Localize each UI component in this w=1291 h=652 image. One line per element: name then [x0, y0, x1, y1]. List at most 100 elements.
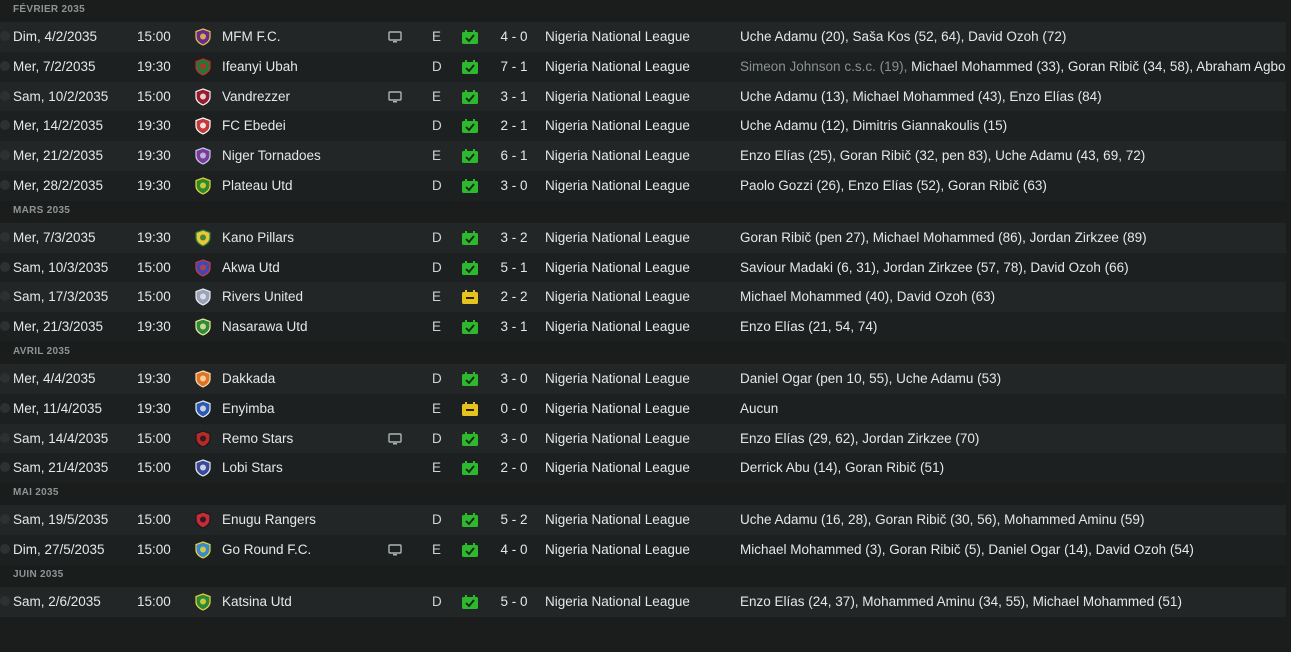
team-crest-icon	[194, 87, 212, 106]
match-date: Mer, 7/2/2035	[13, 58, 96, 74]
row-marker-icon	[0, 543, 10, 554]
competition-link[interactable]: Nigeria National League	[545, 111, 690, 141]
opponent-team-link[interactable]: Enugu Rangers	[222, 505, 316, 535]
match-row[interactable]: Sam, 19/5/2035 15:00 Enugu Rangers D 5 - 2 Ni…	[0, 505, 1286, 535]
match-score[interactable]: 6 - 1	[489, 141, 539, 171]
match-row[interactable]: Mer, 21/3/2035 19:30 Nasarawa Utd E 3 - 1 Nig…	[0, 312, 1286, 342]
match-date: Dim, 4/2/2035	[13, 29, 98, 44]
match-score[interactable]: 3 - 0	[489, 424, 539, 454]
match-row[interactable]: Mer, 11/4/2035 19:30 Enyimba E 0 - 0 Nigeria …	[0, 393, 1286, 424]
competition-link[interactable]: Nigeria National League	[545, 394, 690, 424]
goal-scorers: Saviour Madaki (6, 31), Jordan Zirkzee (…	[740, 253, 1129, 283]
match-date: Sam, 19/5/2035	[13, 512, 109, 528]
match-row[interactable]: Sam, 10/2/2035 15:00 Vandrezzer E 3 - 1 Niger…	[0, 81, 1286, 112]
match-date: Mer, 4/4/2035	[13, 370, 96, 386]
month-header: AVRIL 2035	[0, 341, 1291, 364]
competition-link[interactable]: Nigeria National League	[545, 535, 690, 565]
team-crest-icon	[194, 177, 212, 195]
scorers-text: Enzo Elías (25), Goran Ribič (32, pen 83…	[740, 148, 1146, 164]
match-row[interactable]: Mer, 7/2/2035 19:30 Ifeanyi Ubah D 7 - 1 Nige…	[0, 51, 1286, 82]
match-score[interactable]: 5 - 1	[489, 253, 539, 283]
opponent-team-link[interactable]: Go Round F.C.	[222, 535, 311, 565]
opponent-team-link[interactable]: MFM F.C.	[222, 22, 281, 52]
competition-link[interactable]: Nigeria National League	[545, 424, 690, 454]
match-score[interactable]: 4 - 0	[489, 22, 539, 52]
match-row[interactable]: Sam, 17/3/2035 15:00 Rivers United E 2 - 2 Ni…	[0, 282, 1286, 313]
match-score[interactable]: 3 - 0	[489, 171, 539, 201]
competition-link[interactable]: Nigeria National League	[545, 364, 690, 394]
match-row[interactable]: Mer, 14/2/2035 19:30 FC Ebedei D 2 - 1 Nigeri…	[0, 111, 1286, 142]
match-score[interactable]: 4 - 0	[489, 535, 539, 565]
win-badge-icon	[461, 512, 479, 528]
venue-indicator: E	[432, 289, 442, 305]
competition-link[interactable]: Nigeria National League	[545, 312, 690, 342]
competition-link[interactable]: Nigeria National League	[545, 253, 690, 283]
match-row[interactable]: Mer, 7/3/2035 19:30 Kano Pillars D 3 - 2 Nige…	[0, 222, 1286, 253]
match-date: Dim, 27/5/2035	[13, 541, 105, 557]
draw-badge-icon	[461, 401, 479, 417]
opponent-team-link[interactable]: Niger Tornadoes	[222, 141, 321, 171]
competition-link[interactable]: Nigeria National League	[545, 505, 690, 535]
match-row[interactable]: Sam, 10/3/2035 15:00 Akwa Utd D 5 - 1 Nigeria…	[0, 252, 1286, 283]
competition-link[interactable]: Nigeria National League	[545, 453, 690, 483]
scorers-text: Uche Adamu (12), Dimitris Giannakoulis (…	[740, 118, 1008, 134]
match-row[interactable]: Mer, 21/2/2035 19:30 Niger Tornadoes E 6 - 1…	[0, 141, 1286, 171]
match-row[interactable]: Mer, 28/2/2035 19:30 Plateau Utd D 3 - 0 Nige…	[0, 170, 1286, 201]
competition-link[interactable]: Nigeria National League	[545, 141, 690, 171]
opponent-team-link[interactable]: Enyimba	[222, 394, 275, 424]
match-score[interactable]: 7 - 1	[489, 52, 539, 82]
competition-link[interactable]: Nigeria National League	[545, 82, 690, 112]
match-score[interactable]: 3 - 1	[489, 82, 539, 112]
competition-link[interactable]: Nigeria National League	[545, 282, 690, 312]
match-row[interactable]: Sam, 2/6/2035 15:00 Katsina Utd D 5 - 0 Niger…	[0, 586, 1286, 617]
opponent-team-link[interactable]: Lobi Stars	[222, 453, 283, 483]
match-time: 15:00	[137, 430, 171, 446]
match-row[interactable]: Sam, 14/4/2035 15:00 Remo Stars D 3 - 0 Niger…	[0, 423, 1286, 454]
match-time: 15:00	[137, 88, 171, 104]
match-row[interactable]: Sam, 21/4/2035 15:00 Lobi Stars E 2 - 0 Niger…	[0, 453, 1286, 484]
scorers-text: Goran Ribič (pen 27), Michael Mohammed (…	[740, 229, 1147, 245]
win-badge-icon	[461, 230, 479, 246]
win-badge-icon	[461, 260, 479, 276]
opponent-team-link[interactable]: Dakkada	[222, 364, 275, 394]
venue-indicator: D	[432, 430, 442, 446]
match-row[interactable]: Mer, 4/4/2035 19:30 Dakkada D 3 - 0 Nigeria N…	[0, 363, 1286, 394]
opponent-team-link[interactable]: Kano Pillars	[222, 223, 294, 253]
venue-indicator: E	[432, 148, 442, 164]
opponent-team-link[interactable]: Nasarawa Utd	[222, 312, 308, 342]
match-score[interactable]: 3 - 2	[489, 223, 539, 253]
match-row[interactable]: Dim, 27/5/2035 15:00 Go Round F.C. E 4 - 0 Ni…	[0, 534, 1286, 565]
match-score[interactable]: 3 - 0	[489, 364, 539, 394]
win-badge-icon	[461, 371, 479, 387]
match-score[interactable]: 2 - 2	[489, 282, 539, 312]
match-score[interactable]: 2 - 1	[489, 111, 539, 141]
competition-link[interactable]: Nigeria National League	[545, 22, 690, 52]
opponent-team-link[interactable]: Akwa Utd	[222, 253, 280, 283]
opponent-team-link[interactable]: Plateau Utd	[222, 171, 293, 201]
competition-link[interactable]: Nigeria National League	[545, 587, 690, 617]
match-time: 19:30	[137, 370, 171, 386]
match-row[interactable]: Dim, 4/2/2035 15:00 MFM F.C. E 4 - 0 Nigeria …	[0, 22, 1286, 52]
match-score[interactable]: 5 - 2	[489, 505, 539, 535]
win-badge-icon	[461, 594, 479, 610]
goal-scorers: Goran Ribič (pen 27), Michael Mohammed (…	[740, 223, 1147, 253]
opponent-team-link[interactable]: Vandrezzer	[222, 82, 290, 112]
scorers-text: Michael Mohammed (40), David Ozoh (63)	[740, 289, 996, 305]
opponent-team-link[interactable]: Ifeanyi Ubah	[222, 52, 298, 82]
competition-link[interactable]: Nigeria National League	[545, 171, 690, 201]
match-score[interactable]: 2 - 0	[489, 453, 539, 483]
match-score[interactable]: 5 - 0	[489, 587, 539, 617]
month-header: JUIN 2035	[0, 564, 1291, 587]
team-crest-icon	[194, 511, 212, 529]
match-date: Mer, 28/2/2035	[13, 177, 104, 193]
competition-link[interactable]: Nigeria National League	[545, 223, 690, 253]
opponent-team-link[interactable]: Remo Stars	[222, 424, 293, 454]
opponent-team-link[interactable]: FC Ebedei	[222, 111, 286, 141]
match-score[interactable]: 3 - 1	[489, 312, 539, 342]
row-marker-icon	[0, 261, 10, 272]
competition-link[interactable]: Nigeria National League	[545, 52, 690, 82]
opponent-team-link[interactable]: Katsina Utd	[222, 587, 292, 617]
match-score[interactable]: 0 - 0	[489, 394, 539, 424]
opponent-team-link[interactable]: Rivers United	[222, 282, 303, 312]
scorers-text: Daniel Ogar (pen 10, 55), Uche Adamu (53…	[740, 370, 1002, 386]
